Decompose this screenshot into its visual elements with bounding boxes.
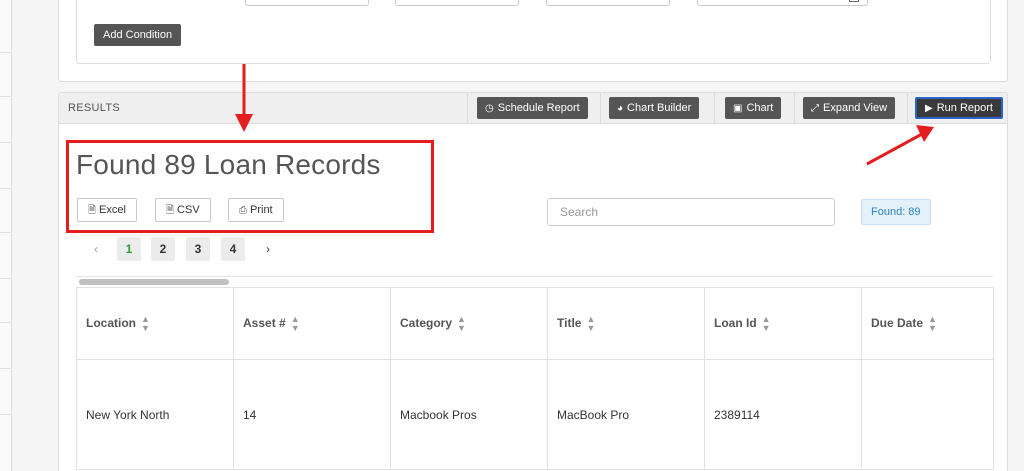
left-edge-line: [0, 52, 12, 53]
column-header-title[interactable]: Title ▲ ▼: [547, 287, 705, 360]
expand-view-button[interactable]: ⤢ Expand View: [803, 97, 896, 119]
sort-icon[interactable]: ▲ ▼: [141, 314, 150, 333]
column-header-due-date[interactable]: Due Date ▲ ▼: [861, 287, 994, 360]
sort-icon[interactable]: ▲ ▼: [457, 314, 466, 333]
chart-label: Chart: [746, 102, 774, 114]
annotation-highlight-box: [66, 140, 434, 233]
column-header-label: Loan Id: [714, 315, 757, 330]
toolbar-divider: [467, 93, 468, 124]
add-condition-button[interactable]: Add Condition: [94, 24, 182, 46]
annotation-arrow-down: [235, 64, 253, 132]
column-header-label: Asset #: [243, 315, 286, 330]
conditions-box: [76, 0, 991, 64]
next-page-button[interactable]: ›: [256, 237, 280, 261]
column-header-location[interactable]: Location ▲ ▼: [76, 287, 234, 360]
condition-field-input[interactable]: [245, 0, 369, 6]
page-3-button[interactable]: 3: [186, 237, 210, 261]
results-section-title: RESULTS: [68, 102, 121, 114]
column-header-label: Location: [86, 315, 136, 330]
table-cell-loan-id: 2389114: [704, 359, 862, 470]
schedule-report-button[interactable]: ◷ Schedule Report: [477, 97, 588, 119]
table-cell-asset-number: 14: [233, 359, 391, 470]
sort-icon[interactable]: ▲ ▼: [762, 314, 771, 333]
prev-page-button[interactable]: ‹: [84, 237, 108, 261]
left-edge-line: [0, 322, 12, 323]
page-2-button[interactable]: 2: [151, 237, 175, 261]
clock-icon: ◷: [485, 103, 494, 114]
pie-chart-icon: ◕: [617, 103, 624, 114]
page-1-button[interactable]: 1: [117, 237, 141, 261]
table-cell-location: New York North: [76, 359, 234, 470]
condition-operator-select[interactable]: [395, 0, 519, 6]
scrollbar-thumb[interactable]: [79, 279, 229, 285]
results-table: Location ▲ ▼ Asset # ▲ ▼ Category ▲ ▼ Title ▲ ▼ …: [76, 287, 994, 470]
column-header-label: Due Date: [871, 315, 924, 330]
left-edge-line: [0, 368, 12, 369]
calendar-icon: [849, 0, 859, 2]
table-cell-title: MacBook Pro: [547, 359, 705, 470]
table-row[interactable]: New York North 14 Macbook Pros MacBook P…: [76, 359, 994, 470]
results-header: RESULTS ◷ Schedule Report ◕ Chart Builder …: [59, 93, 1007, 124]
left-edge-panel: [0, 0, 12, 471]
toolbar-divider: [794, 93, 795, 124]
expand-view-label: Expand View: [823, 102, 888, 114]
found-count-badge: Found: 89: [861, 199, 931, 225]
table-cell-due-date: [861, 359, 994, 470]
table-cell-category: Macbook Pros: [390, 359, 548, 470]
left-edge-line: [0, 142, 12, 143]
toolbar-divider: [600, 93, 601, 124]
horizontal-scrollbar[interactable]: [76, 276, 993, 286]
left-edge-line: [0, 232, 12, 233]
sort-icon[interactable]: ▲ ▼: [586, 314, 595, 333]
condition-date-input[interactable]: [697, 0, 868, 6]
search-input[interactable]: [547, 198, 835, 226]
condition-value-input[interactable]: [546, 0, 670, 6]
column-header-category[interactable]: Category ▲ ▼: [390, 287, 548, 360]
left-edge-line: [0, 414, 12, 415]
expand-icon: ⤢: [811, 103, 819, 114]
column-header-asset-number[interactable]: Asset # ▲ ▼: [233, 287, 391, 360]
toolbar-divider: [907, 93, 908, 124]
left-edge-line: [0, 188, 12, 189]
left-edge-line: [0, 96, 12, 97]
column-header-label: Category: [400, 315, 453, 330]
run-report-button[interactable]: ▶ Run Report: [915, 97, 1003, 119]
left-edge-line: [0, 278, 12, 279]
column-header-label: Title: [557, 315, 582, 330]
image-icon: ▣: [733, 103, 743, 114]
schedule-report-label: Schedule Report: [497, 102, 580, 114]
column-header-loan-id[interactable]: Loan Id ▲ ▼: [704, 287, 862, 360]
sort-icon[interactable]: ▲ ▼: [291, 314, 300, 333]
table-header-row: Location ▲ ▼ Asset # ▲ ▼ Category ▲ ▼ Title ▲ ▼ …: [76, 287, 994, 360]
chart-builder-button[interactable]: ◕ Chart Builder: [609, 97, 700, 119]
play-icon: ▶: [925, 103, 933, 114]
run-report-label: Run Report: [936, 102, 993, 114]
chart-builder-label: Chart Builder: [627, 102, 692, 114]
annotation-arrow-run-report: [866, 125, 934, 166]
chart-button[interactable]: ▣ Chart: [725, 97, 782, 119]
toolbar-divider: [714, 93, 715, 124]
sort-icon[interactable]: ▲ ▼: [928, 314, 937, 333]
page-4-button[interactable]: 4: [221, 237, 245, 261]
